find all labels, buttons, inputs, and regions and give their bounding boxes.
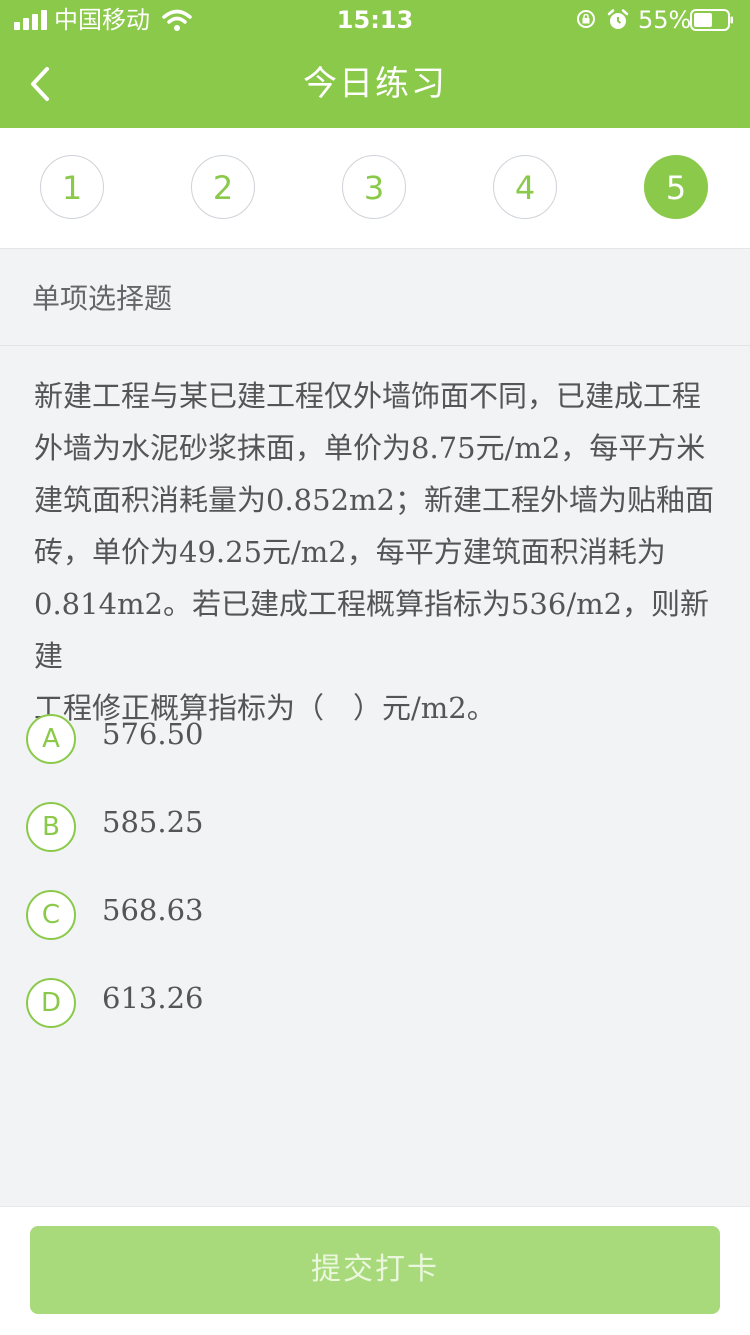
option-text: 613.26 [102, 981, 204, 1015]
page-title: 今日练习 [303, 64, 447, 104]
question-type-label: 单项选择题 [32, 282, 173, 315]
option-letter-badge: A [26, 714, 76, 764]
step-4[interactable]: 4 [493, 155, 557, 219]
question-line: 外墙为水泥砂浆抹面，单价为8.75元/m2，每平方米 [34, 431, 706, 465]
status-bar: 中国移动 15:13 55% [0, 0, 750, 40]
step-5[interactable]: 5 [644, 155, 708, 219]
question-line: 新建工程与某已建工程仅外墙饰面不同，已建成工程 [34, 379, 702, 413]
step-1[interactable]: 1 [40, 155, 104, 219]
nav-bar: 今日练习 [0, 40, 750, 128]
option-b[interactable]: B 585.25 [26, 802, 716, 862]
rotation-lock-icon [577, 10, 595, 28]
option-c[interactable]: C 568.63 [26, 890, 716, 950]
question-type-bar: 单项选择题 [0, 249, 750, 346]
alarm-icon [607, 9, 629, 29]
option-d[interactable]: D 613.26 [26, 978, 716, 1038]
option-text: 585.25 [102, 805, 204, 839]
app-header: 中国移动 15:13 55% 今日练习 [0, 0, 750, 128]
question-text: 新建工程与某已建工程仅外墙饰面不同，已建成工程 外墙为水泥砂浆抹面，单价为8.7… [34, 370, 724, 734]
option-text: 576.50 [102, 717, 204, 751]
battery-icon [690, 9, 733, 31]
question-line: 建筑面积消耗量为0.852m2；新建工程外墙为贴釉面 [34, 483, 714, 517]
question-line: 0.814m2。若已建成工程概算指标为536/m2，则新建 [34, 587, 710, 673]
option-letter-badge: C [26, 890, 76, 940]
question-stepper: 1 2 3 4 5 [0, 128, 750, 249]
option-letter-badge: D [26, 978, 76, 1028]
step-3[interactable]: 3 [342, 155, 406, 219]
footer-bar: 提交打卡 [0, 1206, 750, 1335]
option-letter-badge: B [26, 802, 76, 852]
question-line: 砖，单价为49.25元/m2，每平方建筑面积消耗为 [34, 535, 666, 569]
submit-checkin-button[interactable]: 提交打卡 [30, 1226, 720, 1314]
option-a[interactable]: A 576.50 [26, 714, 716, 774]
step-2[interactable]: 2 [191, 155, 255, 219]
option-text: 568.63 [102, 893, 204, 927]
battery-percentage: 55% [638, 6, 692, 34]
